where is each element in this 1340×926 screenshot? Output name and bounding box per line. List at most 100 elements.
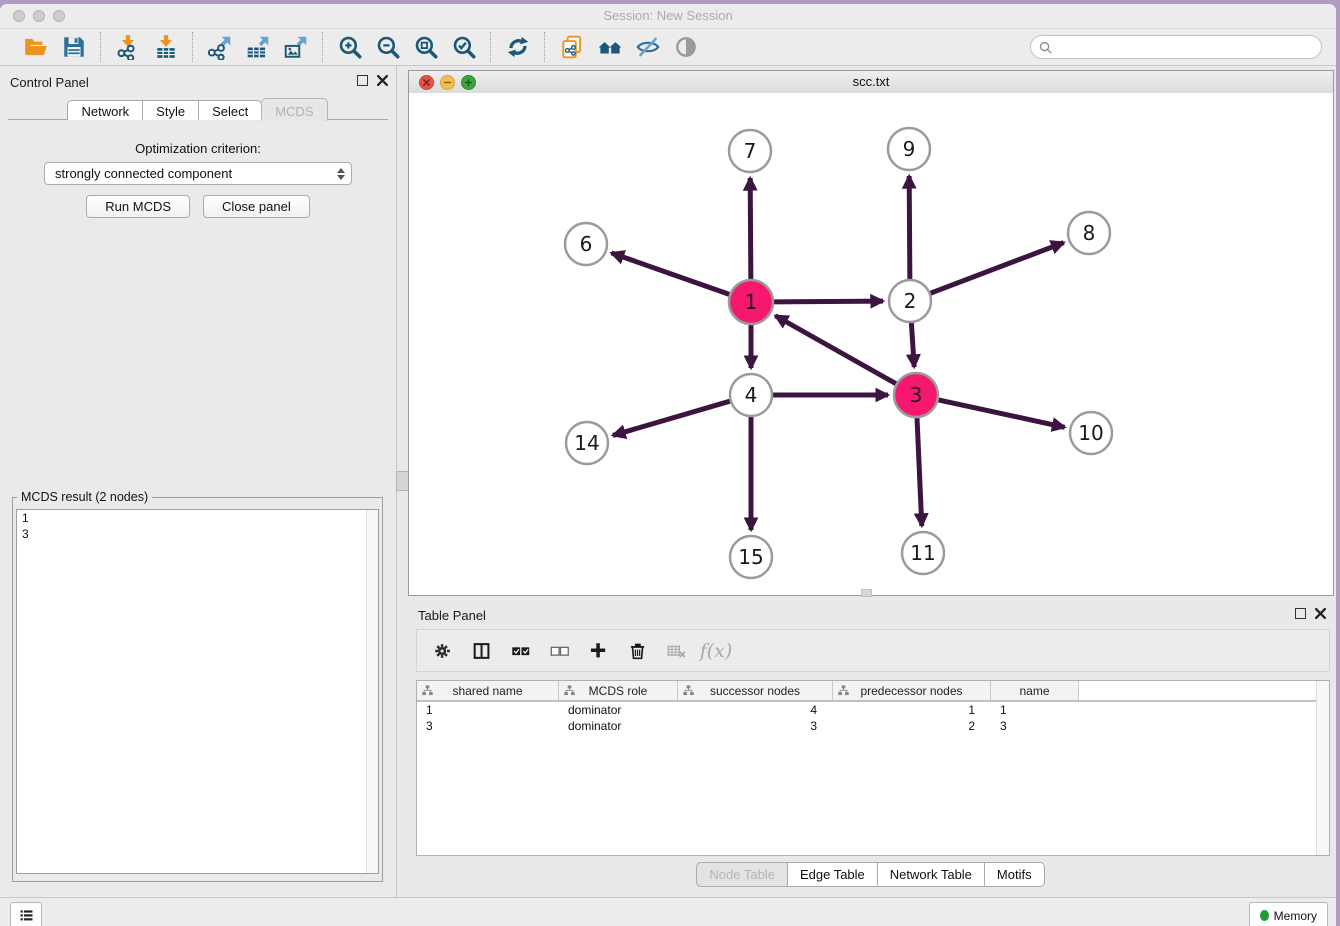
tab-edge-table[interactable]: Edge Table [787, 862, 878, 887]
network-window-titlebar[interactable]: scc.txt [409, 71, 1333, 94]
column-header-predecessor-nodes[interactable]: predecessor nodes [833, 681, 991, 700]
column-header-MCDS-role[interactable]: MCDS role [559, 681, 678, 700]
graph-node-15[interactable]: 15 [730, 536, 772, 578]
float-panel-icon[interactable] [357, 75, 368, 86]
edge-4-14[interactable] [613, 401, 730, 435]
first-neighbors-icon[interactable] [596, 33, 624, 61]
graph-node-3[interactable]: 3 [894, 373, 938, 417]
close-panel-button[interactable]: Close panel [203, 195, 310, 218]
graph-node-4[interactable]: 4 [730, 374, 772, 416]
toolbar-group [324, 33, 490, 61]
zoom-out-icon[interactable] [374, 33, 402, 61]
mcds-result-list[interactable]: 13 [16, 509, 379, 874]
zoom-in-icon[interactable] [336, 33, 364, 61]
graph-node-8[interactable]: 8 [1068, 212, 1110, 254]
export-network-icon[interactable] [206, 33, 234, 61]
export-image-icon[interactable] [282, 33, 310, 61]
hide-panel-icon[interactable] [634, 33, 662, 61]
close-table-panel-icon[interactable] [1315, 608, 1326, 619]
select-stepper-icon [337, 168, 345, 180]
clone-network-icon[interactable] [558, 33, 586, 61]
node-table[interactable]: shared nameMCDS rolesuccessor nodesprede… [416, 680, 1330, 856]
edge-1-2[interactable] [774, 301, 883, 302]
network-canvas[interactable]: 7 9 6 8 1 2 4 3 14 10 15 11 [409, 93, 1333, 595]
canvas-resize-grip[interactable] [861, 589, 872, 597]
mcds-result-group: MCDS result (2 nodes) 13 [12, 497, 383, 882]
node-label: 14 [574, 431, 599, 455]
edge-3-11[interactable] [917, 418, 922, 526]
tab-network-table[interactable]: Network Table [877, 862, 985, 887]
table-row[interactable]: 1dominator411 [417, 702, 1329, 718]
control-panel-header: Control Panel [0, 66, 396, 96]
column-header-name[interactable]: name [991, 681, 1079, 700]
graph-node-9[interactable]: 9 [888, 128, 930, 170]
add-row-icon[interactable] [587, 639, 611, 663]
mcds-result-node: 1 [17, 510, 378, 526]
open-file-icon[interactable] [22, 33, 50, 61]
edge-1-7[interactable] [750, 178, 751, 279]
tab-style[interactable]: Style [142, 100, 199, 120]
tab-network[interactable]: Network [67, 100, 143, 120]
graph-node-1[interactable]: 1 [729, 280, 773, 324]
graph-node-14[interactable]: 14 [566, 422, 608, 464]
graph-node-6[interactable]: 6 [565, 223, 607, 265]
table-body: 1dominator4113dominator323 [417, 702, 1329, 734]
control-panel: Control Panel Network Style Select MCDS … [0, 66, 397, 897]
tab-motifs[interactable]: Motifs [984, 862, 1045, 887]
mcds-result-title: MCDS result (2 nodes) [17, 490, 152, 504]
save-session-icon[interactable] [60, 33, 88, 61]
graph-node-10[interactable]: 10 [1070, 412, 1112, 454]
tab-select[interactable]: Select [198, 100, 262, 120]
show-columns-icon[interactable] [470, 639, 494, 663]
table-header-row: shared nameMCDS rolesuccessor nodesprede… [417, 681, 1329, 702]
edge-1-6[interactable] [611, 253, 729, 294]
network-graph[interactable]: 7 9 6 8 1 2 4 3 14 10 15 11 [409, 93, 1333, 595]
tab-mcds[interactable]: MCDS [261, 98, 327, 121]
run-mcds-button[interactable]: Run MCDS [86, 195, 190, 218]
list-icon [18, 907, 35, 924]
table-cell: dominator [559, 718, 678, 734]
delete-rows-icon[interactable] [626, 639, 650, 663]
table-scrollbar[interactable] [1316, 681, 1329, 855]
edge-2-8[interactable] [931, 243, 1064, 294]
node-label: 11 [910, 541, 935, 565]
search-input[interactable] [1057, 39, 1313, 55]
show-panel-icon[interactable] [672, 33, 700, 61]
close-panel-icon[interactable] [377, 75, 388, 86]
memory-button[interactable]: Memory [1249, 902, 1328, 926]
graph-node-2[interactable]: 2 [889, 280, 931, 322]
edge-2-3[interactable] [911, 323, 914, 367]
node-label: 2 [904, 289, 917, 313]
column-header-successor-nodes[interactable]: successor nodes [678, 681, 833, 700]
import-table-icon[interactable] [152, 33, 180, 61]
task-history-button[interactable] [10, 902, 42, 926]
optimization-criterion-select[interactable]: strongly connected component [44, 162, 352, 185]
graph-node-11[interactable]: 11 [902, 532, 944, 574]
network-window-title: scc.txt [409, 74, 1333, 89]
content-area: Control Panel Network Style Select MCDS … [0, 66, 1336, 897]
select-all-icon[interactable] [509, 639, 533, 663]
zoom-fit-icon[interactable] [412, 33, 440, 61]
zoom-selected-icon[interactable] [450, 33, 478, 61]
float-table-panel-icon[interactable] [1295, 608, 1306, 619]
node-label: 6 [580, 232, 593, 256]
main-titlebar: Session: New Session [0, 4, 1336, 29]
settings-gear-icon[interactable] [431, 639, 455, 663]
edge-3-1[interactable] [775, 316, 896, 384]
table-panel-header: Table Panel [408, 599, 1334, 629]
table-cell: 1 [417, 702, 559, 718]
table-cell: 3 [417, 718, 559, 734]
apply-layout-icon[interactable] [504, 33, 532, 61]
column-header-shared-name[interactable]: shared name [417, 681, 559, 700]
export-table-icon[interactable] [244, 33, 272, 61]
edge-2-9[interactable] [909, 176, 910, 279]
table-row[interactable]: 3dominator323 [417, 718, 1329, 734]
edge-3-10[interactable] [938, 400, 1064, 427]
graph-node-7[interactable]: 7 [729, 130, 771, 172]
deselect-all-icon[interactable] [548, 639, 572, 663]
result-scrollbar[interactable] [366, 510, 378, 873]
tab-node-table[interactable]: Node Table [696, 862, 788, 887]
delete-table-icon [665, 639, 689, 663]
import-network-icon[interactable] [114, 33, 142, 61]
search-box[interactable] [1030, 35, 1322, 59]
